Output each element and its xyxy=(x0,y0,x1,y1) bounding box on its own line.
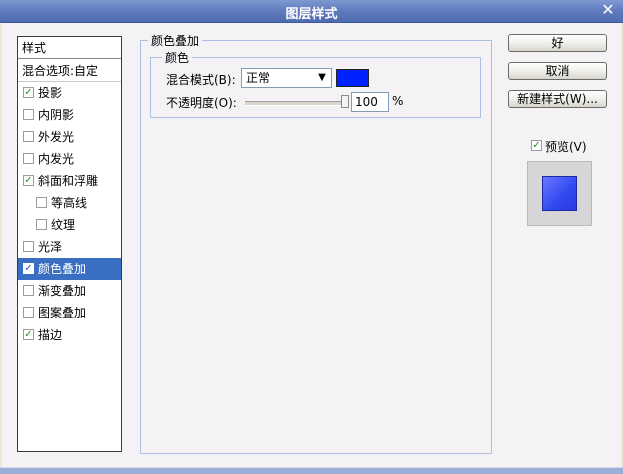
style-item[interactable]: 外发光 xyxy=(18,126,121,148)
cancel-button[interactable]: 取消 xyxy=(508,62,607,80)
preview-swatch xyxy=(542,176,577,211)
opacity-slider-thumb[interactable] xyxy=(341,95,349,108)
style-item-checkbox[interactable] xyxy=(23,131,34,142)
group-title: 颜色叠加 xyxy=(148,32,203,49)
style-item[interactable]: 内阴影 xyxy=(18,104,121,126)
style-item[interactable]: ✓ 描边 xyxy=(18,324,121,346)
style-item-checkbox[interactable] xyxy=(23,307,34,318)
style-item-checkbox[interactable] xyxy=(23,285,34,296)
style-item-checkbox[interactable] xyxy=(23,241,34,252)
style-item-label: 内发光 xyxy=(38,152,75,166)
style-item-checkbox[interactable]: ✓ xyxy=(23,263,34,274)
opacity-input[interactable]: 100 xyxy=(351,92,389,112)
ok-button[interactable]: 好 xyxy=(508,34,607,52)
blend-mode-label: 混合模式(B): xyxy=(166,73,236,87)
preview-thumbnail xyxy=(527,161,592,226)
preview-checkbox[interactable]: ✓ xyxy=(531,140,542,151)
overlay-color-swatch[interactable] xyxy=(336,69,369,87)
opacity-label: 不透明度(O): xyxy=(166,96,237,110)
style-item-label: 内阴影 xyxy=(38,108,75,122)
style-item[interactable]: ✓ 投影 xyxy=(18,82,121,104)
style-item-label: 描边 xyxy=(38,328,63,342)
style-item-checkbox[interactable]: ✓ xyxy=(23,329,34,340)
blend-mode-select[interactable]: 正常 ▼ xyxy=(241,68,332,88)
chevron-down-icon[interactable]: ▼ xyxy=(315,70,329,86)
opacity-unit: % xyxy=(392,94,404,108)
style-item-checkbox[interactable] xyxy=(36,197,47,208)
style-item-checkbox[interactable]: ✓ xyxy=(23,87,34,98)
style-item[interactable]: 纹理 xyxy=(18,214,121,236)
style-item[interactable]: ✓ 颜色叠加 xyxy=(18,258,121,280)
dialog-title: 图层样式 xyxy=(285,7,338,22)
title-bar[interactable]: 图层样式 ✕ xyxy=(0,0,623,23)
style-item-checkbox[interactable] xyxy=(23,109,34,120)
new-style-button[interactable]: 新建样式(W)... xyxy=(508,90,607,108)
style-item[interactable]: ✓ 斜面和浮雕 xyxy=(18,170,121,192)
style-item[interactable]: 渐变叠加 xyxy=(18,280,121,302)
style-item[interactable]: 光泽 xyxy=(18,236,121,258)
style-item-label: 光泽 xyxy=(38,240,63,254)
style-item[interactable]: 图案叠加 xyxy=(18,302,121,324)
blend-options-item[interactable]: 混合选项:自定 xyxy=(18,60,121,82)
style-item-label: 等高线 xyxy=(51,196,88,210)
close-icon[interactable]: ✕ xyxy=(599,1,617,19)
styles-list-header[interactable]: 样式 xyxy=(18,37,121,59)
style-item-label: 颜色叠加 xyxy=(38,262,87,276)
layer-style-dialog: 图层样式 ✕ 样式 混合选项:自定 ✓ 投影内阴影外发光内发光 ✓ 斜面和浮雕等高线纹… xyxy=(0,0,623,474)
style-item-label: 渐变叠加 xyxy=(38,284,87,298)
style-item-checkbox[interactable] xyxy=(36,219,47,230)
styles-list: 样式 混合选项:自定 ✓ 投影内阴影外发光内发光 ✓ 斜面和浮雕等高线纹理光泽 ✓ 颜色叠… xyxy=(17,36,122,452)
style-item-label: 外发光 xyxy=(38,130,75,144)
opacity-slider-track[interactable] xyxy=(245,101,348,106)
style-item-label: 纹理 xyxy=(51,218,76,232)
subgroup-title: 颜色 xyxy=(162,49,193,66)
style-item-label: 投影 xyxy=(38,86,63,100)
style-item-checkbox[interactable]: ✓ xyxy=(23,175,34,186)
style-item[interactable]: 等高线 xyxy=(18,192,121,214)
style-item[interactable]: 内发光 xyxy=(18,148,121,170)
preview-label: 预览(V) xyxy=(545,140,587,154)
dialog-body: 样式 混合选项:自定 ✓ 投影内阴影外发光内发光 ✓ 斜面和浮雕等高线纹理光泽 ✓ 颜色叠… xyxy=(2,23,621,467)
style-item-label: 图案叠加 xyxy=(38,306,87,320)
blend-mode-value: 正常 xyxy=(246,71,271,85)
style-item-checkbox[interactable] xyxy=(23,153,34,164)
style-item-label: 斜面和浮雕 xyxy=(38,174,99,188)
